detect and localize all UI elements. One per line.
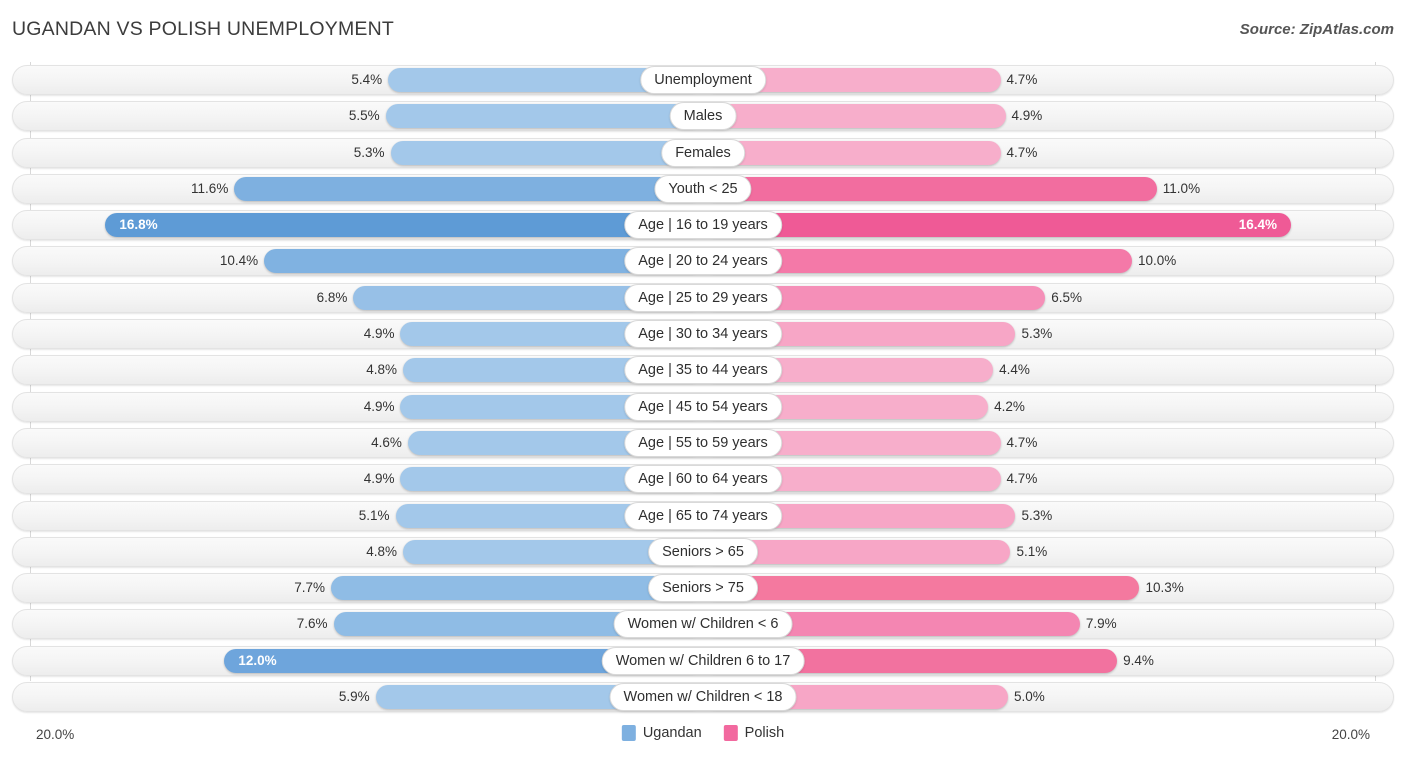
value-label-ugandan: 4.9% — [363, 398, 395, 414]
chart-row: 16.8% 16.4% Age | 16 to 19 years — [0, 207, 1406, 243]
chart-row: 7.6% 7.9% Women w/ Children < 6 — [0, 606, 1406, 642]
legend-item[interactable]: Ugandan — [621, 725, 702, 741]
bar-polish — [703, 576, 1140, 601]
value-label-ugandan: 6.8% — [316, 289, 348, 305]
chart-page: UGANDAN VS POLISH UNEMPLOYMENT Source: Z… — [0, 0, 1406, 757]
value-label-polish: 5.3% — [1021, 507, 1053, 523]
page-title: UGANDAN VS POLISH UNEMPLOYMENT — [12, 18, 394, 40]
value-label-polish: 4.7% — [1006, 434, 1038, 450]
value-label-polish: 10.0% — [1138, 253, 1177, 269]
chart-row: 7.7% 10.3% Seniors > 75 — [0, 570, 1406, 606]
chart-row: 11.6% 11.0% Youth < 25 — [0, 171, 1406, 207]
chart-row: 10.4% 10.0% Age | 20 to 24 years — [0, 243, 1406, 279]
value-label-polish: 10.3% — [1145, 580, 1184, 596]
chart-rows: 5.4% 4.7% Unemployment 5.5% 4.9% Males 5.3% 4.7… — [0, 62, 1406, 715]
chart-row: 4.8% 4.4% Age | 35 to 44 years — [0, 352, 1406, 388]
value-label-ugandan: 4.8% — [366, 543, 397, 559]
value-label-ugandan: 4.9% — [363, 326, 395, 342]
category-label-pill[interactable]: Unemployment — [640, 66, 766, 94]
category-label-pill[interactable]: Seniors > 75 — [648, 574, 758, 603]
chart-row: 5.3% 4.7% Females — [0, 135, 1406, 171]
category-label-pill[interactable]: Age | 25 to 29 years — [624, 283, 782, 312]
chart-row: 4.9% 4.7% Age | 60 to 64 years — [0, 461, 1406, 497]
value-label-ugandan: 5.5% — [348, 108, 380, 124]
category-label-pill[interactable]: Males — [669, 102, 737, 131]
value-label-polish: 7.9% — [1085, 616, 1117, 632]
category-label-pill[interactable]: Females — [661, 138, 745, 167]
value-label-polish: 5.0% — [1014, 689, 1045, 705]
value-label-polish: 11.0% — [1162, 180, 1201, 196]
category-label-pill[interactable]: Age | 16 to 19 years — [624, 211, 782, 240]
category-label-pill[interactable]: Age | 35 to 44 years — [624, 356, 782, 385]
legend-label: Polish — [744, 725, 785, 741]
category-label-pill[interactable]: Age | 20 to 24 years — [624, 247, 782, 276]
bar-polish — [703, 176, 1157, 201]
value-label-ugandan: 5.4% — [351, 72, 383, 87]
category-label-pill[interactable]: Seniors > 65 — [648, 537, 758, 566]
legend-label: Ugandan — [642, 725, 702, 741]
value-label-ugandan: 5.1% — [358, 507, 390, 523]
value-label-polish: 4.7% — [1006, 72, 1038, 87]
value-label-polish: 4.4% — [999, 362, 1030, 378]
bar-polish — [703, 213, 1291, 238]
chart-footer: 20.0% 20.0% Ugandan Polish — [0, 717, 1406, 757]
bar-ugandan — [234, 176, 703, 201]
chart-row: 5.9% 5.0% Women w/ Children < 18 — [0, 679, 1406, 715]
value-label-ugandan: 5.9% — [338, 689, 370, 705]
bar-polish — [703, 104, 1006, 129]
value-label-ugandan: 4.9% — [363, 471, 395, 487]
legend-swatch-icon — [621, 725, 636, 741]
axis-tick-right: 20.0% — [1331, 727, 1370, 742]
category-label-pill[interactable]: Women w/ Children < 18 — [609, 683, 797, 712]
source-attribution: Source: ZipAtlas.com — [1239, 21, 1394, 38]
axis-tick-left: 20.0% — [36, 727, 75, 742]
value-label-ugandan: 16.8% — [119, 217, 158, 233]
value-label-ugandan: 4.8% — [366, 362, 397, 378]
chart-row: 4.9% 5.3% Age | 30 to 34 years — [0, 316, 1406, 352]
chart-row: 5.5% 4.9% Males — [0, 98, 1406, 134]
category-label-pill[interactable]: Youth < 25 — [654, 174, 752, 203]
category-label-pill[interactable]: Age | 55 to 59 years — [624, 428, 782, 457]
category-label-pill[interactable]: Age | 30 to 34 years — [624, 320, 782, 349]
bar-ugandan — [385, 104, 703, 129]
legend-swatch-icon — [723, 725, 738, 741]
category-label-pill[interactable]: Women w/ Children < 6 — [613, 610, 793, 639]
value-label-polish: 5.1% — [1016, 543, 1048, 559]
value-label-polish: 16.4% — [1238, 217, 1277, 233]
value-label-ugandan: 5.3% — [353, 144, 385, 160]
value-label-polish: 6.5% — [1051, 289, 1082, 305]
chart-row: 6.8% 6.5% Age | 25 to 29 years — [0, 280, 1406, 316]
value-label-polish: 4.7% — [1006, 144, 1038, 160]
legend-item[interactable]: Polish — [723, 725, 785, 741]
bar-ugandan — [105, 213, 703, 238]
category-label-pill[interactable]: Women w/ Children 6 to 17 — [601, 646, 805, 675]
value-label-polish: 4.2% — [994, 398, 1025, 414]
value-label-ugandan: 12.0% — [238, 652, 277, 668]
value-label-ugandan: 7.6% — [296, 616, 328, 632]
chart-legend: Ugandan Polish — [621, 725, 785, 741]
chart-row: 5.1% 5.3% Age | 65 to 74 years — [0, 498, 1406, 534]
chart-row: 4.6% 4.7% Age | 55 to 59 years — [0, 425, 1406, 461]
chart-row: 4.9% 4.2% Age | 45 to 54 years — [0, 389, 1406, 425]
bar-ugandan — [390, 140, 703, 165]
category-label-pill[interactable]: Age | 45 to 54 years — [624, 392, 782, 421]
value-label-polish: 4.9% — [1011, 108, 1043, 124]
value-label-ugandan: 7.7% — [294, 580, 326, 596]
chart-plot-area: 5.4% 4.7% Unemployment 5.5% 4.9% Males 5.3% 4.7… — [0, 62, 1406, 717]
value-label-ugandan: 11.6% — [191, 180, 229, 196]
value-label-polish: 4.7% — [1006, 471, 1038, 487]
bar-polish — [703, 140, 1001, 165]
value-label-ugandan: 4.6% — [371, 434, 402, 450]
category-label-pill[interactable]: Age | 65 to 74 years — [624, 501, 782, 530]
chart-row: 5.4% 4.7% Unemployment — [0, 62, 1406, 98]
category-label-pill[interactable]: Age | 60 to 64 years — [624, 465, 782, 494]
chart-row: 12.0% 9.4% Women w/ Children 6 to 17 — [0, 643, 1406, 679]
value-label-polish: 9.4% — [1123, 652, 1154, 668]
value-label-ugandan: 10.4% — [219, 253, 259, 269]
value-label-polish: 5.3% — [1021, 326, 1053, 342]
chart-row: 4.8% 5.1% Seniors > 65 — [0, 534, 1406, 570]
